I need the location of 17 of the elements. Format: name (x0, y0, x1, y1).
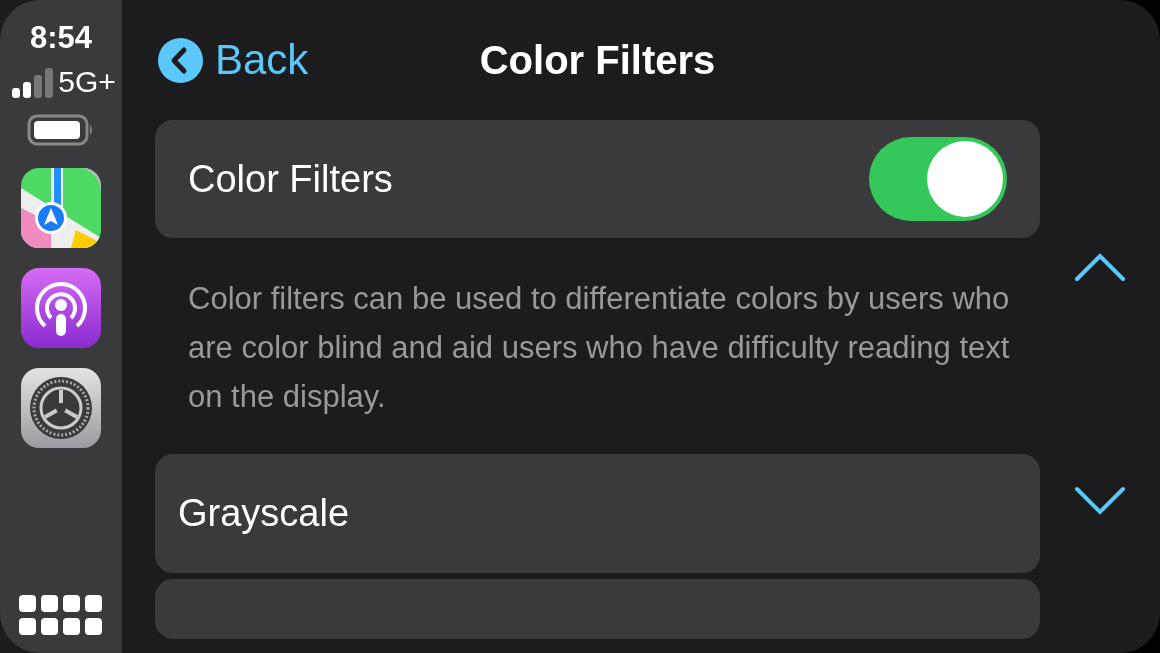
row-label: Color Filters (188, 157, 393, 201)
toggle-row[interactable]: Color Filters (155, 120, 1040, 238)
maps-app-icon[interactable] (21, 168, 101, 248)
scroll-down-icon[interactable] (1074, 486, 1126, 516)
back-chevron-icon (158, 37, 203, 83)
podcast-app-icon[interactable] (21, 268, 101, 348)
list-row[interactable]: Grayscale (155, 454, 1040, 573)
status-time: 8:54 (29, 20, 92, 56)
page-title: Color Filters (479, 37, 716, 83)
back-button[interactable]: Back (158, 36, 309, 84)
signal-icon (10, 68, 55, 98)
settings-app-icon[interactable] (21, 368, 101, 448)
battery-icon (27, 114, 95, 146)
description-text: Color filters can be used to differentiate colors by users who are color blind and aid users who have difficulty reading text on the display. (188, 280, 1011, 416)
app-grid-icon[interactable] (19, 595, 103, 637)
scroll-up-icon[interactable] (1074, 252, 1126, 282)
network-label: 5G+ (58, 66, 116, 98)
